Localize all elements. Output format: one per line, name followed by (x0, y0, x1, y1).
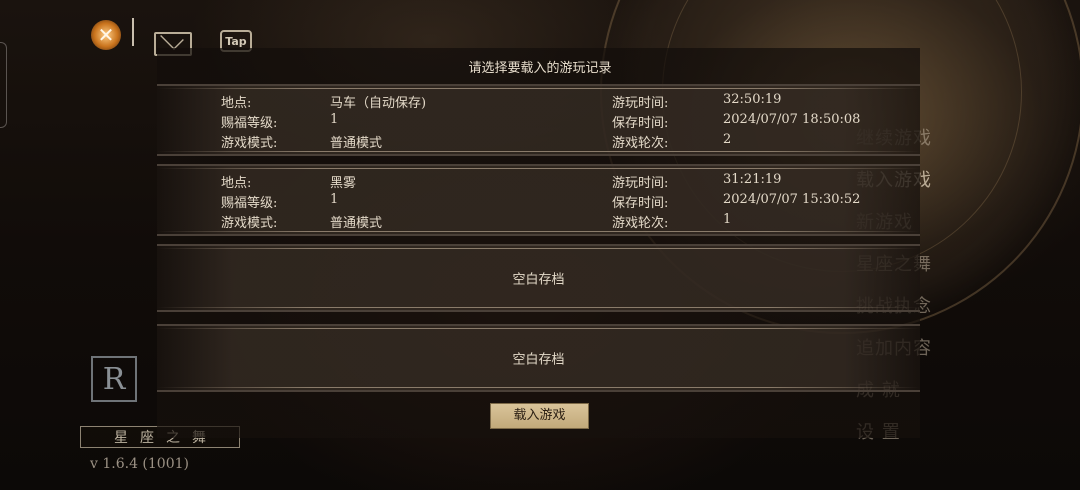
round-value: 1 (723, 212, 732, 227)
blessing-level-label: 赐福等级: (221, 116, 278, 131)
blessing-level-value: 1 (330, 192, 339, 207)
version-label: v 1.6.4 (1001) (90, 456, 189, 472)
save-time-value: 2024/07/07 15:30:52 (723, 192, 861, 207)
save-slot-3-empty[interactable]: 空白存档 (157, 244, 920, 312)
location-value: 黑雾 (330, 176, 357, 191)
tap-label: Tap (225, 34, 247, 48)
empty-slot-label: 空白存档 (512, 272, 565, 288)
location-label: 地点: (221, 96, 252, 111)
game-mode-value: 普通模式 (330, 216, 383, 231)
game-mode-label: 游戏模式: (221, 136, 278, 151)
save-slot-2[interactable]: 地点: 黑雾 赐福等级: 1 游戏模式: 普通模式 游玩时间: 31:21:19… (157, 164, 920, 236)
game-screen: ✕ Tap 继续游戏 载入游戏 新游戏 星座之舞 挑战执念 追加内容 成 就 设… (0, 0, 1080, 490)
save-slot-1[interactable]: 地点: 马车（自动保存) 赐福等级: 1 游戏模式: 普通模式 游玩时间: 32… (157, 84, 920, 156)
load-game-button[interactable]: 载入游戏 (490, 403, 589, 429)
game-mode-label: 游戏模式: (221, 216, 278, 231)
save-time-value: 2024/07/07 18:50:08 (723, 112, 861, 127)
save-slot-4-empty[interactable]: 空白存档 (157, 324, 920, 392)
blessing-level-label: 赐福等级: (221, 196, 278, 211)
play-time-value: 31:21:19 (723, 172, 782, 187)
save-time-label: 保存时间: (612, 116, 669, 131)
side-handle[interactable] (0, 42, 7, 128)
round-label: 游戏轮次: (612, 216, 669, 231)
play-time-label: 游玩时间: (612, 176, 669, 191)
play-time-value: 32:50:19 (723, 92, 782, 107)
blessing-level-value: 1 (330, 112, 339, 127)
round-label: 游戏轮次: (612, 136, 669, 151)
top-divider (132, 18, 134, 46)
round-value: 2 (723, 132, 732, 147)
play-time-label: 游玩时间: (612, 96, 669, 111)
close-icon[interactable]: ✕ (91, 20, 121, 50)
dialog-title: 请选择要载入的游玩记录 (468, 61, 612, 76)
game-mode-value: 普通模式 (330, 136, 383, 151)
empty-slot-label: 空白存档 (512, 352, 565, 368)
location-label: 地点: (221, 176, 252, 191)
studio-logo: R (91, 356, 137, 402)
logo-letter: R (102, 361, 126, 397)
save-time-label: 保存时间: (612, 196, 669, 211)
location-value: 马车（自动保存) (330, 96, 427, 111)
